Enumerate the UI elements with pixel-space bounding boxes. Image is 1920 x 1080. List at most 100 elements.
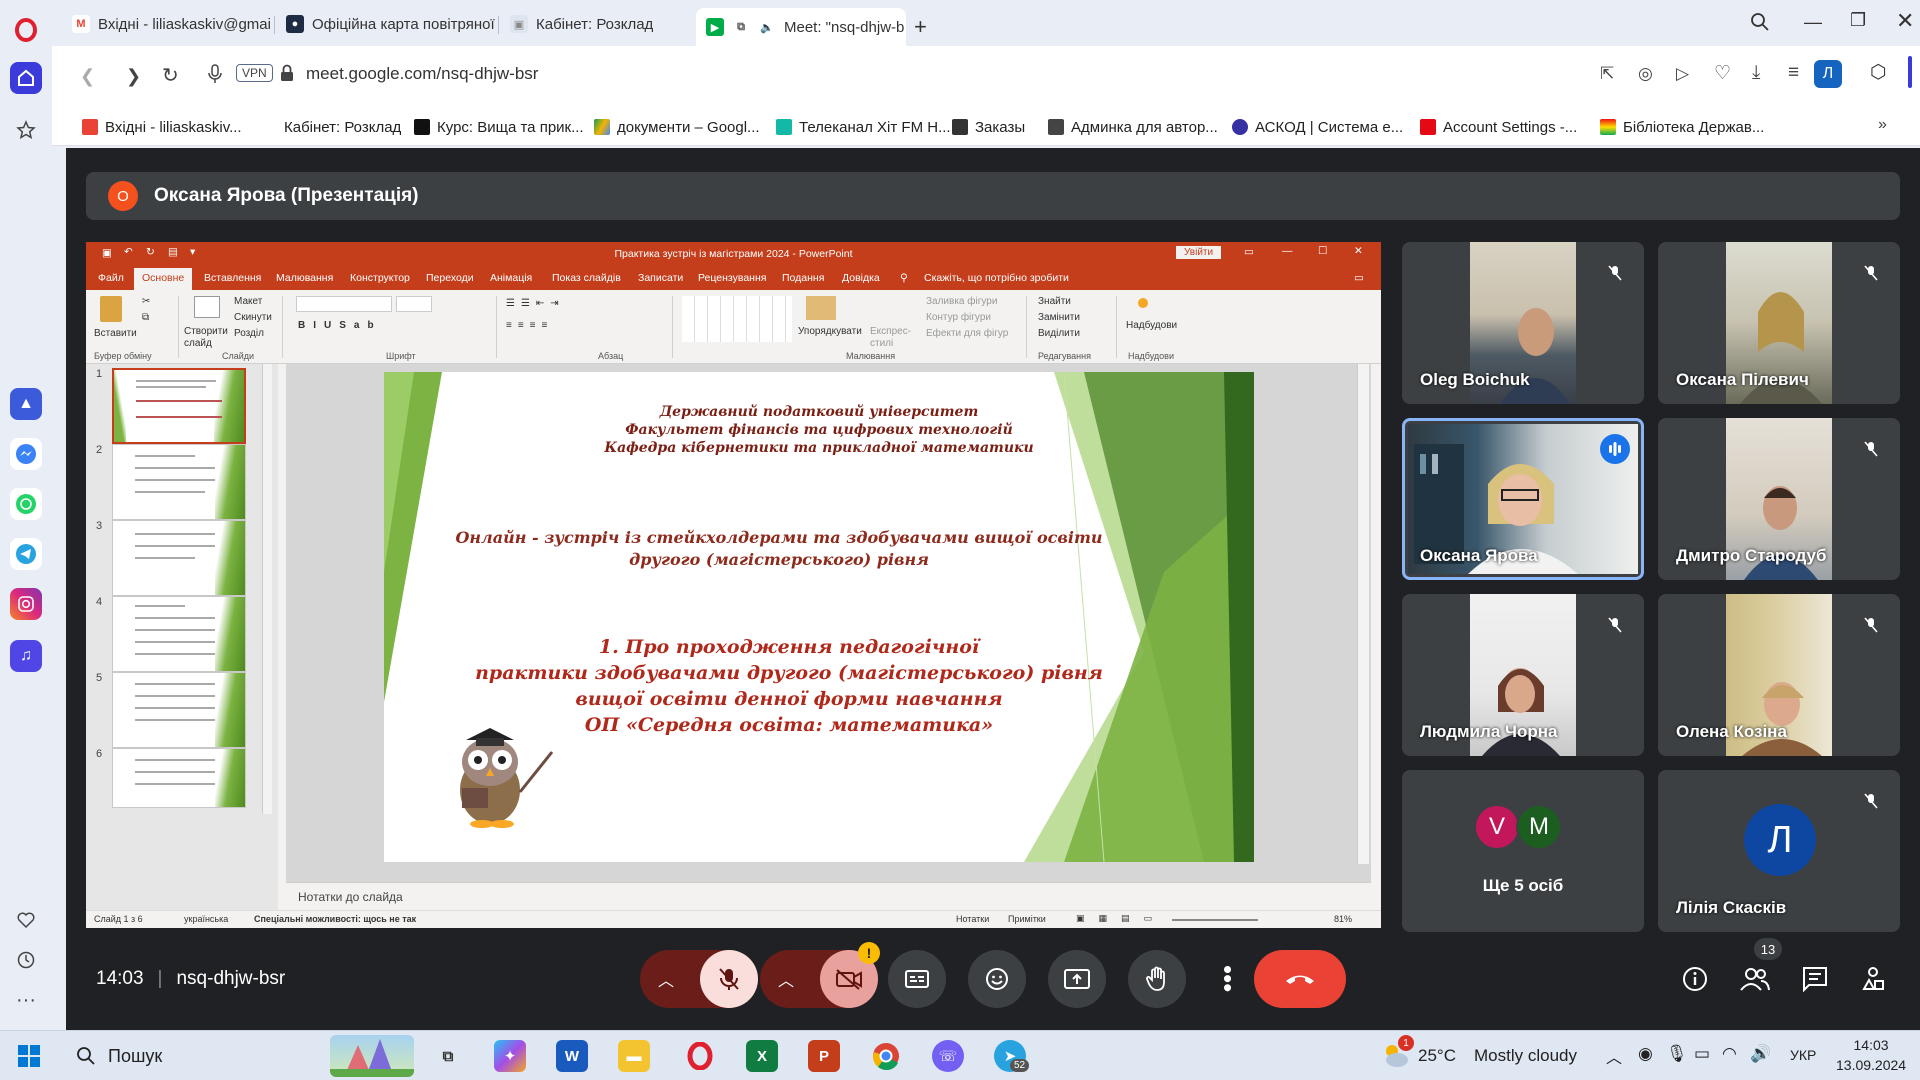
windows-start-icon[interactable] (18, 1045, 40, 1067)
pip-icon[interactable]: ⧉ (732, 18, 750, 36)
slide-thumbnail-6[interactable] (112, 748, 246, 808)
participant-tile[interactable]: Oleg Boichuk (1402, 242, 1644, 404)
music-player-icon[interactable]: ♫ (10, 640, 42, 672)
copy-icon[interactable]: ⧉ (142, 312, 149, 323)
participant-tile[interactable]: Л Лілія Скаскiв (1658, 770, 1900, 932)
quick-styles-button[interactable]: Експрес-стилі (870, 326, 922, 350)
raise-hand-button[interactable] (1128, 950, 1186, 1008)
camera-icon[interactable]: ◎ (1638, 64, 1653, 84)
ribbon-options-icon[interactable]: ▭ (1244, 246, 1254, 258)
align-buttons[interactable]: ≡≡≡≡ (506, 320, 553, 331)
captions-button[interactable] (888, 950, 946, 1008)
word-icon[interactable]: W (556, 1040, 588, 1072)
menu-file[interactable]: Файл (98, 272, 124, 284)
slide-thumbnail-2[interactable] (112, 444, 246, 520)
mic-toggle-button[interactable] (700, 950, 758, 1008)
menu-draw[interactable]: Малювання (276, 272, 333, 284)
minimize-icon[interactable]: — (1282, 245, 1293, 257)
aria-icon[interactable]: ▲ (10, 388, 42, 420)
people-button[interactable]: 13 (1740, 938, 1782, 992)
shapes-gallery[interactable] (682, 296, 792, 342)
current-slide[interactable]: Державний податковий університет Факульт… (384, 372, 1254, 862)
restore-icon[interactable]: ❐ (1850, 10, 1866, 31)
camera-options-chevron-icon[interactable]: ︿ (778, 967, 794, 991)
slide-scrollbar[interactable] (1357, 364, 1369, 864)
slide-thumbnail-4[interactable] (112, 596, 246, 672)
new-slide-icon[interactable] (194, 296, 220, 318)
present-button[interactable] (1048, 950, 1106, 1008)
opera-taskbar-icon[interactable] (684, 1040, 716, 1072)
slide-thumbnail-5[interactable] (112, 672, 246, 748)
heart-icon[interactable]: ♡ (1714, 62, 1731, 85)
menu-slideshow[interactable]: Показ слайдів (552, 272, 621, 284)
menu-view[interactable]: Подання (782, 272, 824, 284)
participant-tile[interactable]: Оксана Пілевич (1658, 242, 1900, 404)
menu-record[interactable]: Записати (638, 272, 683, 284)
tell-me-input[interactable]: Скажіть, що потрібно зробити (924, 272, 1069, 284)
menu-transitions[interactable]: Переходи (426, 272, 474, 284)
reactions-button[interactable] (968, 950, 1026, 1008)
menu-animations[interactable]: Анімація (490, 272, 532, 284)
telegram-icon[interactable] (10, 538, 42, 570)
bookmark-item[interactable]: Курс: Вища та прик... (414, 114, 584, 140)
history-icon[interactable] (10, 944, 42, 976)
microphone-icon[interactable] (208, 64, 222, 84)
layout-button[interactable]: Макет (234, 296, 262, 307)
thumbnail-scrollbar[interactable] (262, 364, 272, 814)
bookmark-item[interactable]: Телеканал Хіт FM Н... (776, 114, 951, 140)
home-icon[interactable] (10, 62, 42, 94)
messenger-icon[interactable] (10, 438, 42, 470)
language[interactable]: українська (184, 914, 228, 924)
speaker-icon[interactable]: 🔈 (758, 18, 776, 36)
sidebar-toggle-icon[interactable] (1908, 56, 1912, 88)
font-format-buttons[interactable]: BIUSab (298, 320, 382, 331)
slide-thumbnail-3[interactable] (112, 520, 246, 596)
instagram-icon[interactable] (10, 588, 42, 620)
opera-logo-icon[interactable] (10, 14, 42, 46)
menu-design[interactable]: Конструктор (350, 272, 410, 284)
shape-effects-button[interactable]: Ефекти для фігур (926, 328, 1008, 339)
select-button[interactable]: Виділити (1038, 328, 1080, 339)
bookmark-item[interactable]: Вхідні - liliaskaskiv... (82, 114, 242, 140)
tray-record-icon[interactable]: ◉ (1638, 1044, 1653, 1064)
powerpoint-icon[interactable]: P (808, 1040, 840, 1072)
close-icon[interactable]: ✕ (1354, 245, 1363, 257)
forward-icon[interactable]: ❯ (126, 66, 141, 87)
zoom-slider[interactable] (1172, 919, 1258, 921)
chrome-icon[interactable] (870, 1040, 902, 1072)
shape-outline-button[interactable]: Контур фігури (926, 312, 991, 323)
menu-home[interactable]: Основне (134, 268, 193, 290)
close-window-icon[interactable]: ✕ (1896, 8, 1914, 34)
more-options-button[interactable]: ••• (1208, 950, 1248, 1008)
participant-tile[interactable]: Олена Козіна (1658, 594, 1900, 756)
vpn-badge[interactable]: VPN (236, 64, 273, 82)
list-buttons[interactable]: ☰☰⇤⇥ (506, 298, 565, 309)
meeting-details-button[interactable] (1682, 966, 1708, 992)
find-button[interactable]: Знайти (1038, 296, 1071, 307)
comments-button[interactable]: Примітки (1008, 914, 1046, 924)
notes-button[interactable]: Нотатки (956, 914, 989, 924)
bookmark-item[interactable]: Account Settings -... (1420, 114, 1577, 140)
new-tab-icon[interactable]: + (914, 14, 927, 40)
shape-fill-button[interactable]: Заливка фігури (926, 296, 997, 307)
new-slide-button[interactable]: Створити слайд (184, 326, 232, 350)
volume-icon[interactable]: 🔊 (1750, 1044, 1771, 1064)
mic-options-chevron-icon[interactable]: ︿ (658, 967, 674, 991)
task-view-icon[interactable]: ⧉ (432, 1040, 464, 1072)
heart-icon[interactable] (10, 904, 42, 936)
notes-pane[interactable]: Нотатки до слайда (286, 882, 1371, 910)
camera-warning-icon[interactable]: ! (858, 942, 880, 964)
wifi-icon[interactable]: ◠ (1722, 1044, 1737, 1064)
bookmark-item[interactable]: Кабінет: Розклад (284, 114, 401, 140)
zoom-level[interactable]: 81% (1334, 914, 1352, 924)
viber-icon[interactable]: ☏ (932, 1040, 964, 1072)
participant-tile[interactable]: Дмитро Стародуб (1658, 418, 1900, 580)
comments-icon[interactable]: ▭ (1354, 272, 1364, 284)
taskbar-clock[interactable]: 14:03 13.09.2024 (1836, 1035, 1906, 1075)
excel-icon[interactable]: X (746, 1040, 778, 1072)
bookmark-item[interactable]: АСКОД | Система е... (1232, 114, 1403, 140)
participant-tile[interactable]: Людмила Чорна (1402, 594, 1644, 756)
star-icon[interactable] (10, 114, 42, 146)
more-participants-tile[interactable]: V M Ще 5 осіб (1402, 770, 1644, 932)
shared-screen-powerpoint[interactable]: ▣ ↶ ↻ ▤ ▾ Практика зустріч із магістрами… (86, 242, 1381, 928)
